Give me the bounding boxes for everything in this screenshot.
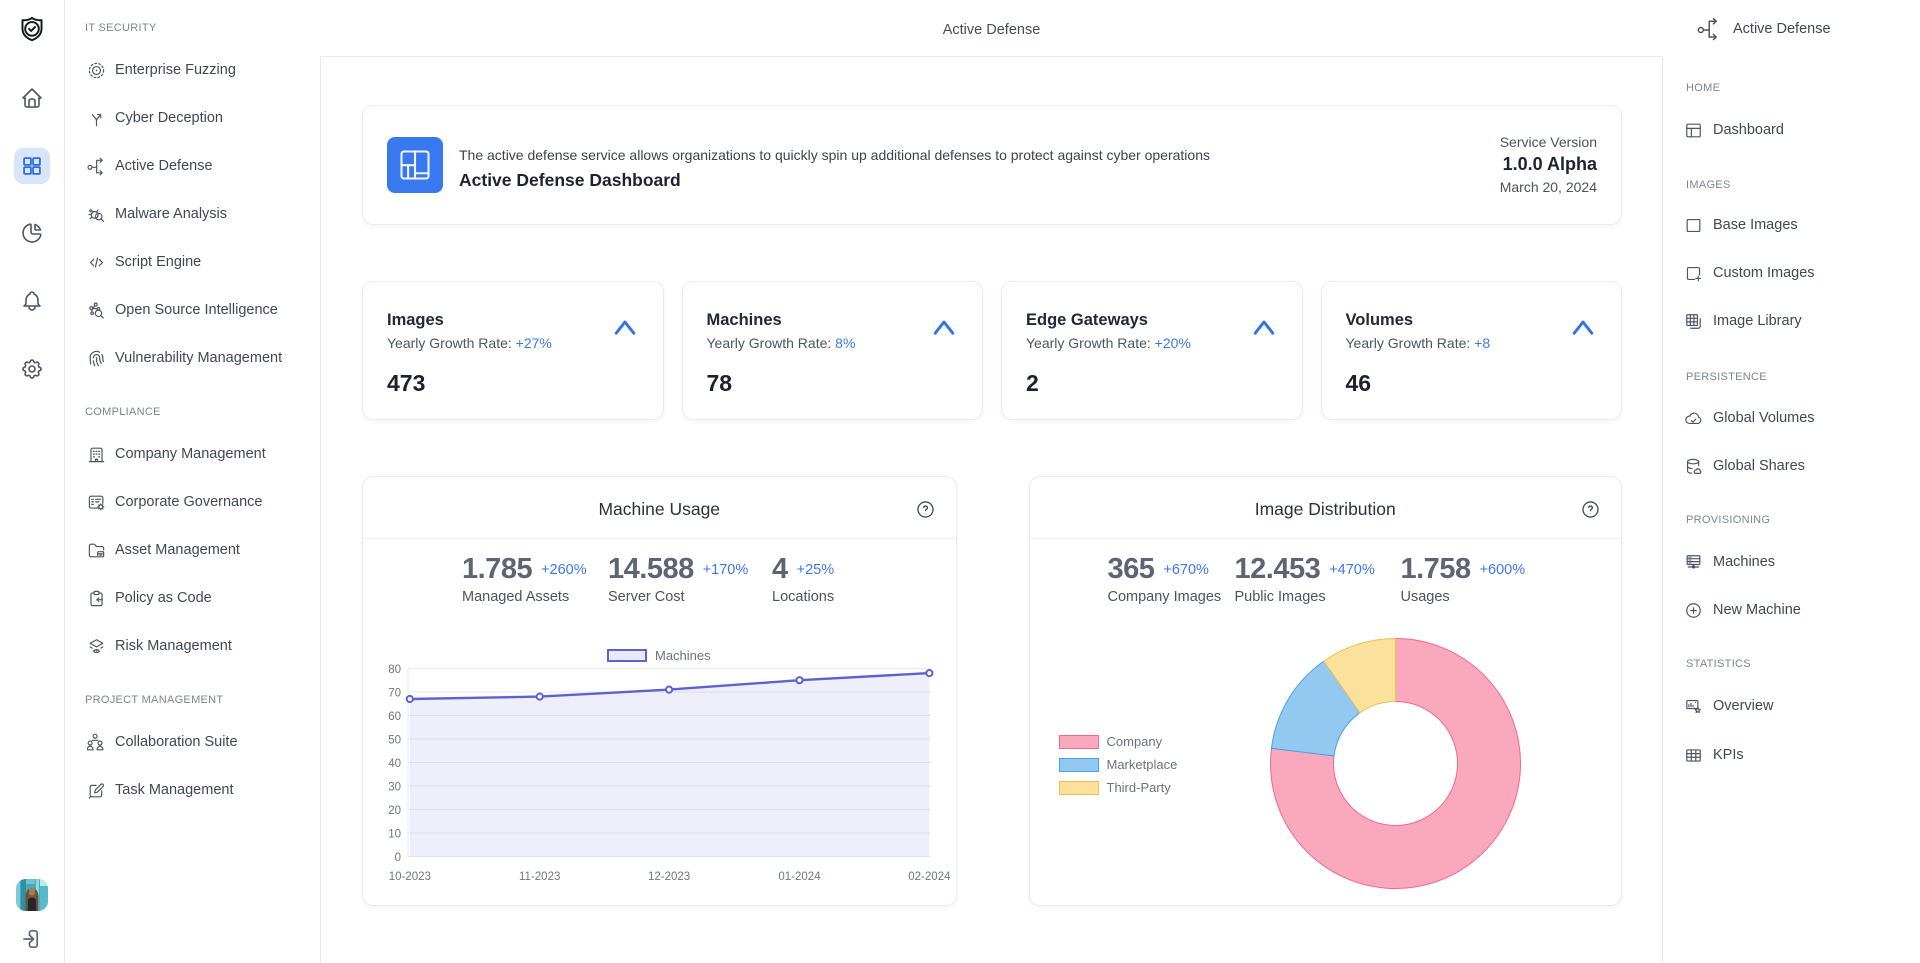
svg-text:60: 60	[388, 711, 401, 723]
svg-text:50: 50	[388, 735, 401, 747]
svg-text:30: 30	[388, 782, 401, 794]
svg-text:01-2024: 01-2024	[778, 871, 821, 883]
svg-text:80: 80	[388, 664, 401, 676]
svg-text:20: 20	[388, 805, 401, 817]
svg-text:0: 0	[395, 852, 401, 864]
svg-text:10-2023: 10-2023	[389, 871, 431, 883]
svg-text:02-2024: 02-2024	[908, 871, 951, 883]
svg-text:40: 40	[388, 758, 401, 770]
svg-text:70: 70	[388, 688, 401, 700]
svg-text:12-2023: 12-2023	[648, 871, 690, 883]
svg-text:10: 10	[388, 829, 401, 841]
svg-text:11-2023: 11-2023	[519, 871, 560, 883]
